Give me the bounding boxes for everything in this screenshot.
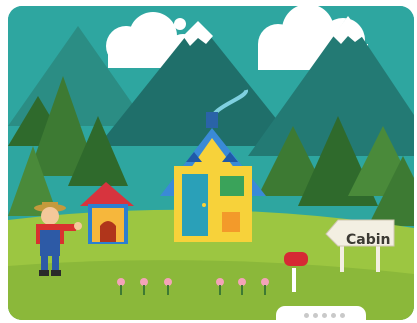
pager-dot[interactable] bbox=[313, 313, 318, 318]
carousel-pager[interactable] bbox=[276, 306, 366, 323]
pager-dot[interactable] bbox=[331, 313, 336, 318]
sign-label: Cabin bbox=[346, 232, 391, 248]
doghouse-door bbox=[100, 221, 116, 242]
scene-illustration bbox=[8, 6, 414, 320]
screenshot-frame: Cabin bbox=[0, 0, 417, 323]
cabin-chimney bbox=[206, 112, 218, 128]
small-cloud bbox=[174, 18, 186, 30]
scene-card[interactable]: Cabin bbox=[8, 6, 414, 320]
cabin-crate bbox=[222, 212, 240, 232]
pager-dot[interactable] bbox=[322, 313, 327, 318]
pager-dot[interactable] bbox=[304, 313, 309, 318]
pager-dot[interactable] bbox=[340, 313, 345, 318]
cabin-window bbox=[220, 176, 244, 196]
